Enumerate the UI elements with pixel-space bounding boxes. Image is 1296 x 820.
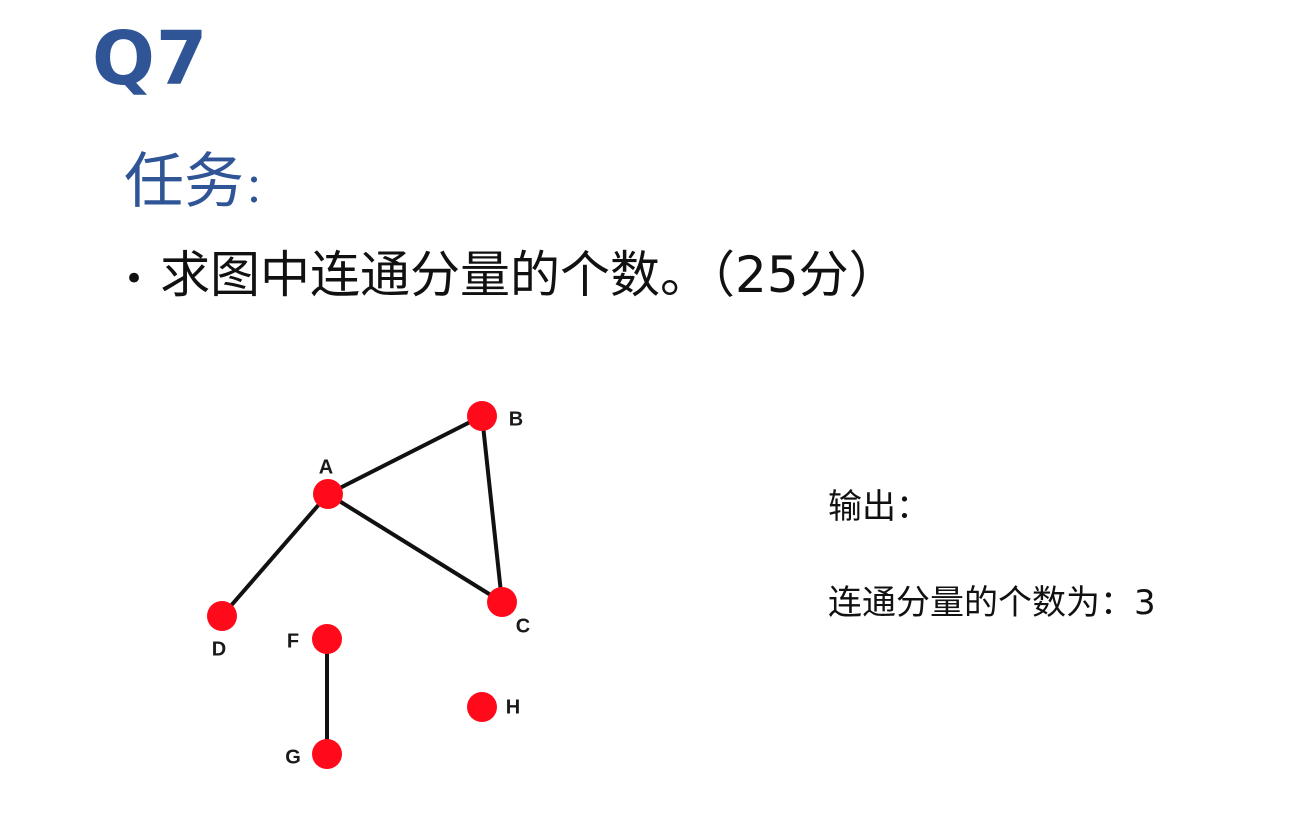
node-h [467,692,497,722]
node-label-c: C [516,615,530,637]
node-label-d: D [212,638,226,660]
edge-a-b [327,414,483,496]
node-a [313,479,343,509]
node-b [467,401,497,431]
output-label: 输出： [828,487,930,527]
graph-edges [220,414,504,754]
edge-a-c [326,492,504,604]
edge-b-c [480,415,504,603]
node-label-h: H [506,696,520,718]
node-label-g: G [285,746,301,768]
node-c [487,587,517,617]
node-g [312,739,342,769]
graph-diagram: A B C D F G H [207,401,530,769]
output-result: 连通分量的个数为：3 [828,583,1156,623]
edge-a-d [220,492,330,618]
node-d [207,601,237,631]
node-f [312,624,342,654]
node-label-b: B [509,408,523,430]
node-label-f: F [287,630,299,652]
node-label-a: A [319,456,333,478]
graph-nodes [207,401,517,769]
